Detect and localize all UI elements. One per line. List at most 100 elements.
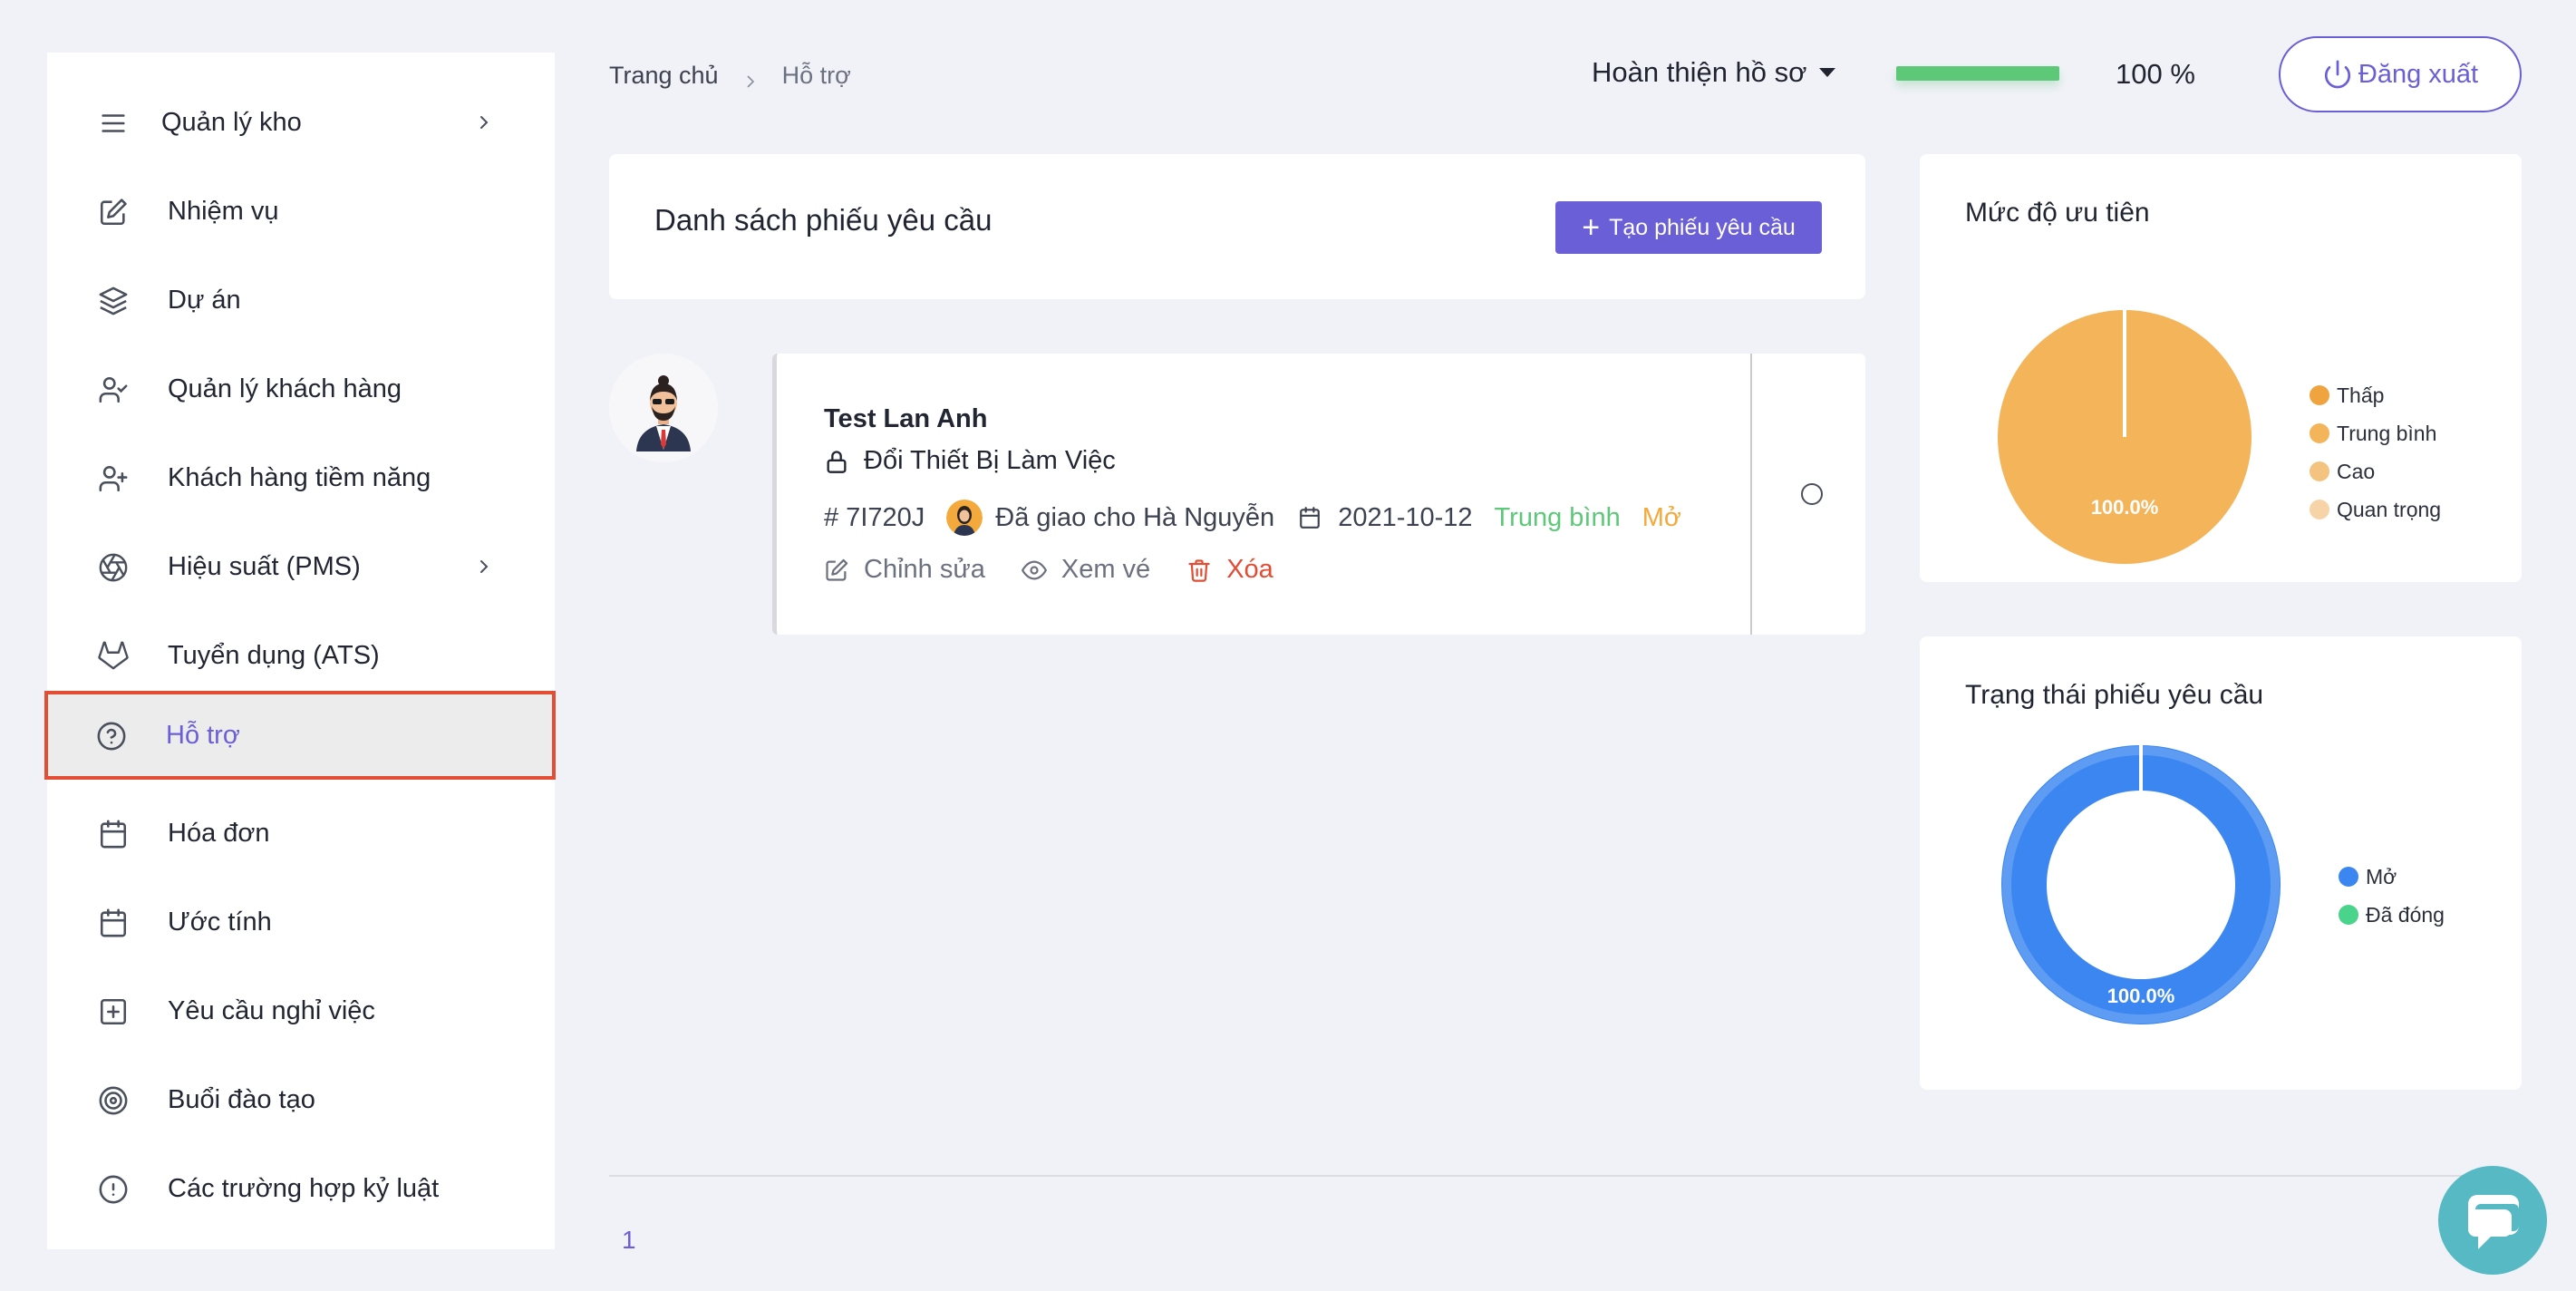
legend-dot	[2310, 500, 2329, 519]
sidebar-item-estimates[interactable]: Ước tính	[47, 878, 555, 966]
profile-completion-label: Hoàn thiện hồ sơ	[1592, 56, 1807, 88]
delete-ticket-button[interactable]: Xóa	[1186, 555, 1273, 585]
breadcrumb-home[interactable]: Trang chủ	[609, 62, 719, 90]
sidebar-item-label: Khách hàng tiềm năng	[168, 462, 431, 492]
legend-item[interactable]: Quan trọng	[2310, 490, 2441, 529]
ticket-card[interactable]: Test Lan Anh Đổi Thiết Bị Làm Việc # 7I7…	[772, 354, 1865, 635]
ticket-actions: Chỉnh sửa Xem vé Xóa	[824, 555, 1273, 585]
legend-item[interactable]: Thấp	[2310, 376, 2441, 414]
status-chart-card: Trạng thái phiếu yêu cầu 100.0% Mở Đã đón…	[1920, 636, 2522, 1090]
create-ticket-button[interactable]: + Tạo phiếu yêu cầu	[1555, 201, 1822, 254]
ticket-select-radio[interactable]	[1801, 483, 1823, 505]
legend-label: Đã đóng	[2366, 902, 2445, 927]
sidebar-item-support[interactable]: Hỗ trợ	[44, 691, 556, 780]
sidebar-item-training[interactable]: Buổi đào tạo	[47, 1055, 555, 1144]
plus-square-icon	[98, 996, 129, 1027]
ticket-divider	[1750, 354, 1752, 635]
sidebar-item-label: Dự án	[168, 285, 241, 315]
legend-dot	[2310, 385, 2329, 405]
sidebar-item-invoices[interactable]: Hóa đơn	[47, 789, 555, 878]
ticket-list-header: Danh sách phiếu yêu cầu + Tạo phiếu yêu …	[609, 154, 1865, 299]
sidebar-item-projects[interactable]: Dự án	[47, 256, 555, 345]
lock-icon	[827, 450, 847, 473]
donut-highlight	[2002, 746, 2280, 1024]
pagination-page-1[interactable]: 1	[622, 1226, 636, 1255]
ticket-date: 2021-10-12	[1338, 502, 1473, 532]
profile-completion-dropdown[interactable]: Hoàn thiện hồ sơ	[1592, 56, 1836, 89]
ticket-priority: Trung bình	[1494, 502, 1621, 532]
calendar-icon	[98, 819, 129, 849]
chat-button[interactable]	[2438, 1166, 2547, 1275]
legend-item[interactable]: Đã đóng	[2339, 896, 2445, 934]
plus-icon: +	[1582, 210, 1601, 245]
sidebar: Quản lý kho Nhiệm vụ Dự án Quản lý khách…	[44, 53, 556, 1249]
calendar-icon	[1300, 507, 1321, 529]
sidebar-item-label: Hiệu suất (PMS)	[168, 551, 361, 581]
logout-button[interactable]: Đăng xuất	[2279, 36, 2522, 112]
edit-ticket-button[interactable]: Chỉnh sửa	[824, 555, 985, 585]
sidebar-item-discipline[interactable]: Các trường hợp kỷ luật	[47, 1144, 555, 1233]
sidebar-item-label: Buổi đào tạo	[168, 1084, 315, 1114]
legend-label: Mở	[2366, 864, 2397, 888]
sidebar-item-tasks[interactable]: Nhiệm vụ	[47, 167, 555, 256]
priority-chart-card: Mức độ ưu tiên 100.0% Thấp Trung bình Cao Q…	[1920, 154, 2522, 582]
sidebar-item-recruitment[interactable]: Tuyển dụng (ATS)	[47, 611, 555, 700]
menu-icon	[98, 108, 129, 139]
breadcrumb: Trang chủ Hỗ trợ	[609, 62, 851, 90]
logout-label: Đăng xuất	[2358, 59, 2479, 89]
profile-progress-value: 100 %	[2116, 58, 2195, 90]
sidebar-item-performance[interactable]: Hiệu suất (PMS)	[47, 522, 555, 611]
view-ticket-button[interactable]: Xem vé	[1021, 555, 1151, 585]
edit-ticket-label: Chỉnh sửa	[864, 555, 985, 584]
help-circle-icon	[96, 721, 127, 752]
slice-data-label: 100.0%	[2091, 496, 2159, 519]
aperture-icon	[98, 552, 129, 583]
trash-icon	[1188, 558, 1210, 582]
legend-label: Cao	[2337, 459, 2376, 483]
ticket-meta: # 7I720J Đã giao cho Hà Nguyễn 2021-10-1…	[824, 497, 1681, 539]
sidebar-item-leads[interactable]: Khách hàng tiềm năng	[47, 433, 555, 522]
sidebar-item-label: Yêu cầu nghỉ việc	[168, 995, 375, 1025]
user-check-icon	[98, 374, 129, 405]
priority-legend: Thấp Trung bình Cao Quan trọng	[2310, 376, 2441, 529]
delete-ticket-label: Xóa	[1226, 555, 1273, 584]
legend-label: Thấp	[2337, 383, 2385, 407]
sidebar-item-label: Quản lý kho	[161, 107, 302, 137]
legend-item[interactable]: Cao	[2310, 452, 2441, 490]
status-legend: Mở Đã đóng	[2339, 858, 2445, 934]
slice-data-label: 100.0%	[2107, 985, 2175, 1007]
profile-progress-bar	[1896, 66, 2059, 81]
calendar-icon	[98, 908, 129, 938]
eye-icon	[1021, 560, 1047, 579]
sidebar-item-label: Ước tính	[168, 907, 272, 937]
target-icon	[98, 1085, 129, 1116]
ticket-assignee: Đã giao cho Hà Nguyễn	[995, 502, 1275, 532]
sidebar-item-label: Các trường hợp kỷ luật	[168, 1173, 440, 1203]
edit-icon	[826, 558, 848, 581]
sidebar-item-customers[interactable]: Quản lý khách hàng	[47, 345, 555, 433]
requester-avatar	[609, 354, 718, 462]
power-icon	[2324, 60, 2350, 89]
caret-down-icon	[1819, 68, 1836, 77]
chat-icon	[2468, 1195, 2519, 1249]
sidebar-item-label: Nhiệm vụ	[168, 196, 279, 226]
layers-icon	[98, 286, 129, 316]
ticket-list-title: Danh sách phiếu yêu cầu	[654, 203, 993, 237]
legend-dot	[2310, 423, 2329, 443]
chevron-right-icon	[744, 68, 757, 88]
legend-dot	[2339, 867, 2358, 887]
sidebar-item-label: Hóa đơn	[168, 818, 270, 848]
sidebar-item-resignation[interactable]: Yêu cầu nghỉ việc	[47, 966, 555, 1055]
profile-progress-fill	[1896, 66, 2059, 81]
create-ticket-label: Tạo phiếu yêu cầu	[1609, 214, 1796, 240]
sidebar-item-label: Quản lý khách hàng	[168, 374, 402, 403]
legend-item[interactable]: Mở	[2339, 858, 2445, 896]
view-ticket-label: Xem vé	[1060, 555, 1151, 584]
legend-item[interactable]: Trung bình	[2310, 414, 2441, 452]
legend-label: Quan trọng	[2337, 497, 2442, 521]
sidebar-item-warehouse[interactable]: Quản lý kho	[47, 78, 555, 167]
assignee-avatar	[946, 500, 983, 536]
alert-circle-icon	[98, 1174, 129, 1205]
gitlab-icon	[98, 641, 129, 672]
legend-label: Trung bình	[2337, 421, 2437, 445]
